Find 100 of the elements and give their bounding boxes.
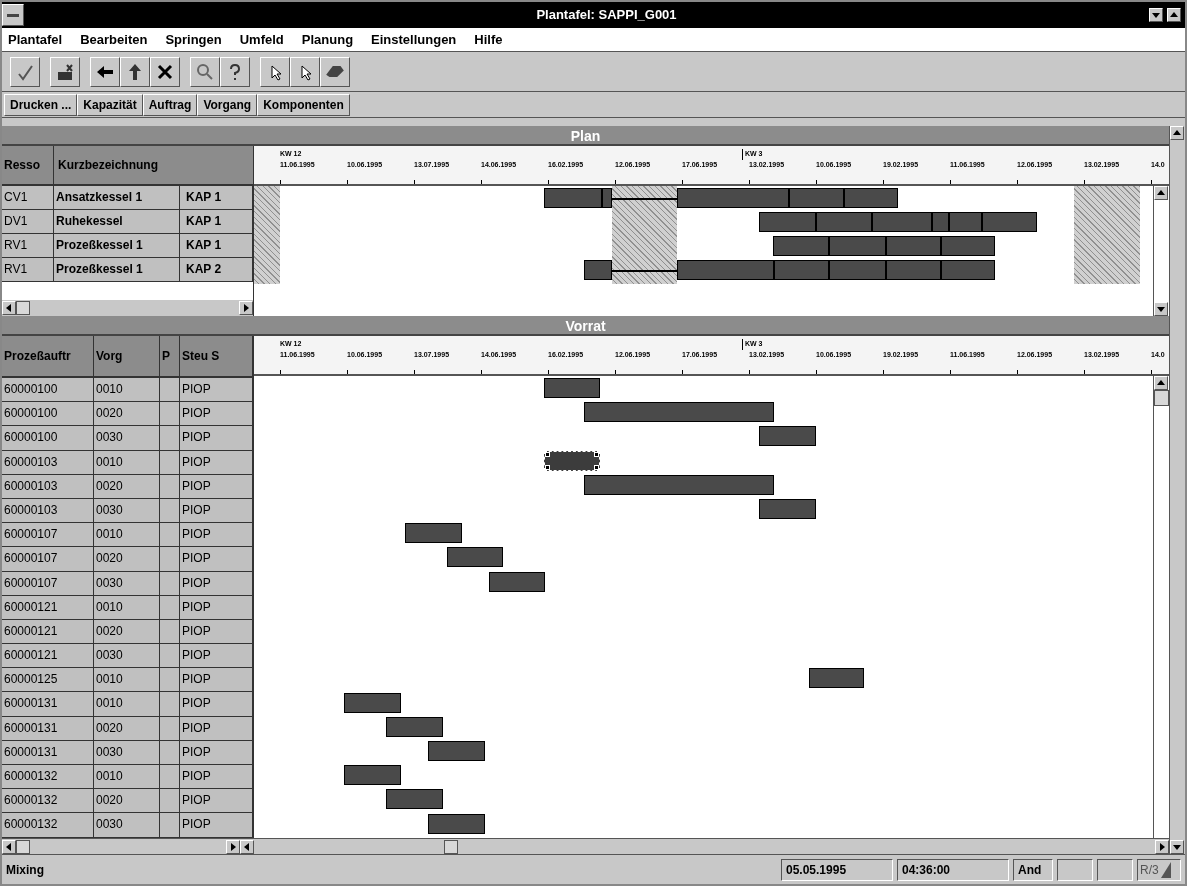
status-time: 04:36:00 bbox=[897, 858, 1009, 881]
table-cell: 0020 bbox=[94, 789, 160, 814]
system-menu-button[interactable] bbox=[2, 4, 24, 26]
column-header: Prozeßauftr bbox=[2, 336, 94, 376]
scroll-left-button[interactable] bbox=[2, 301, 16, 315]
column-header: Resso bbox=[2, 146, 54, 184]
table-cell: PIOP bbox=[180, 595, 253, 620]
scroll-up-button[interactable] bbox=[1170, 126, 1184, 140]
function-button[interactable]: Kapazität bbox=[77, 93, 143, 116]
scroll-right-button[interactable] bbox=[239, 301, 253, 315]
magnifier-icon bbox=[195, 61, 215, 82]
arrow-icon bbox=[242, 304, 250, 312]
table-cell: 60000125 bbox=[2, 668, 94, 693]
table-cell: 60000131 bbox=[2, 716, 94, 741]
gantt-bar[interactable] bbox=[584, 402, 774, 423]
menu-item[interactable]: Springen bbox=[165, 29, 222, 50]
cancel-button[interactable] bbox=[150, 56, 180, 87]
hand-button[interactable] bbox=[320, 56, 350, 87]
table-cell: PIOP bbox=[180, 498, 253, 524]
empty-cell bbox=[160, 619, 180, 645]
menu-item[interactable]: Hilfe bbox=[474, 29, 503, 50]
table-cell: 60000132 bbox=[2, 765, 94, 790]
table-cell: 60000103 bbox=[2, 450, 94, 475]
table-cell: RV1 bbox=[2, 258, 54, 282]
function-button[interactable]: Drucken ... bbox=[4, 93, 78, 116]
scroll-down-button[interactable] bbox=[1170, 840, 1184, 854]
section-header: Plan bbox=[2, 126, 1169, 146]
gantt-bar[interactable] bbox=[759, 426, 816, 447]
menu-item[interactable]: Planung bbox=[301, 29, 354, 50]
check-button[interactable] bbox=[10, 56, 40, 87]
scroll-up-button[interactable] bbox=[1154, 376, 1168, 390]
scroll-right-button[interactable] bbox=[226, 839, 240, 854]
table-cell: PIOP bbox=[180, 789, 253, 814]
column-header: P bbox=[160, 336, 180, 376]
scroll-left-button[interactable] bbox=[240, 839, 254, 854]
grip-icon bbox=[1160, 861, 1171, 878]
gantt-bar[interactable] bbox=[809, 668, 864, 689]
table-cell: 60000121 bbox=[2, 595, 94, 620]
table-cell: PIOP bbox=[180, 644, 253, 669]
menu-item[interactable]: Umfeld bbox=[239, 29, 284, 50]
cursor-button[interactable] bbox=[290, 56, 320, 87]
gantt-bar[interactable] bbox=[386, 789, 443, 810]
empty-cell bbox=[160, 668, 180, 693]
function-button[interactable]: Vorgang bbox=[197, 93, 258, 116]
table-cell: 60000132 bbox=[2, 789, 94, 814]
menu-item[interactable]: Bearbeiten bbox=[80, 29, 148, 50]
table-cell: 0020 bbox=[94, 474, 160, 499]
table-cell: 60000121 bbox=[2, 644, 94, 669]
gantt-bar[interactable] bbox=[428, 813, 485, 834]
menu-item[interactable]: Einstellungen bbox=[371, 29, 457, 50]
gantt-bar[interactable] bbox=[386, 716, 443, 737]
function-button[interactable]: Komponenten bbox=[257, 93, 350, 116]
scroll-up-button[interactable] bbox=[1154, 186, 1168, 200]
gantt-bar[interactable] bbox=[344, 765, 401, 786]
function-button[interactable]: Auftrag bbox=[142, 93, 198, 116]
table-cell: PIOP bbox=[180, 813, 253, 838]
scroll-left-button[interactable] bbox=[2, 839, 16, 854]
scroll-thumb[interactable] bbox=[16, 839, 30, 854]
arrow-icon bbox=[5, 842, 13, 851]
menu-item[interactable]: Plantafel bbox=[8, 29, 63, 50]
back-arrow-button[interactable] bbox=[90, 56, 120, 87]
gantt-bar[interactable] bbox=[447, 547, 503, 568]
table-cell: 60000131 bbox=[2, 740, 94, 765]
minimize-button[interactable] bbox=[1149, 8, 1163, 22]
empty-cell bbox=[160, 474, 180, 499]
help-button[interactable] bbox=[220, 56, 250, 87]
arrow-icon bbox=[5, 304, 13, 312]
scroll-thumb[interactable] bbox=[1154, 390, 1169, 406]
scroll-thumb[interactable] bbox=[16, 301, 30, 315]
magnifier-button[interactable] bbox=[190, 56, 220, 87]
vertical-scrollbar[interactable] bbox=[1153, 376, 1169, 838]
scroll-right-button[interactable] bbox=[1155, 839, 1169, 854]
horizontal-scrollbar[interactable] bbox=[2, 838, 1169, 854]
table-cell: 60000100 bbox=[2, 378, 94, 403]
table-cell: PIOP bbox=[180, 765, 253, 790]
arrow-icon bbox=[1157, 305, 1165, 313]
table-cell: 0030 bbox=[94, 644, 160, 669]
status-field bbox=[1057, 858, 1093, 881]
save-button[interactable] bbox=[50, 56, 80, 87]
up-arrow-button[interactable] bbox=[120, 56, 150, 87]
horizontal-scrollbar[interactable] bbox=[2, 300, 253, 316]
table-cell: 0030 bbox=[94, 740, 160, 765]
gantt-bar[interactable] bbox=[489, 571, 545, 592]
vertical-scrollbar[interactable] bbox=[1169, 126, 1185, 854]
maximize-button[interactable] bbox=[1167, 8, 1181, 22]
gantt-bar[interactable] bbox=[344, 692, 401, 713]
empty-cell bbox=[160, 547, 180, 572]
gantt-bar[interactable] bbox=[584, 474, 774, 495]
cursor-button[interactable] bbox=[260, 56, 290, 87]
table-cell: 60000103 bbox=[2, 498, 94, 524]
scroll-thumb[interactable] bbox=[444, 839, 458, 854]
table-cell: 0020 bbox=[94, 402, 160, 427]
vertical-scrollbar[interactable] bbox=[1153, 186, 1169, 316]
table-cell: 0030 bbox=[94, 813, 160, 838]
empty-cell bbox=[160, 498, 180, 524]
link-line bbox=[612, 198, 677, 200]
scroll-down-button[interactable] bbox=[1154, 302, 1168, 316]
arrow-icon bbox=[1170, 11, 1178, 19]
gantt-bar[interactable] bbox=[405, 523, 462, 544]
table-cell: 0010 bbox=[94, 668, 160, 693]
